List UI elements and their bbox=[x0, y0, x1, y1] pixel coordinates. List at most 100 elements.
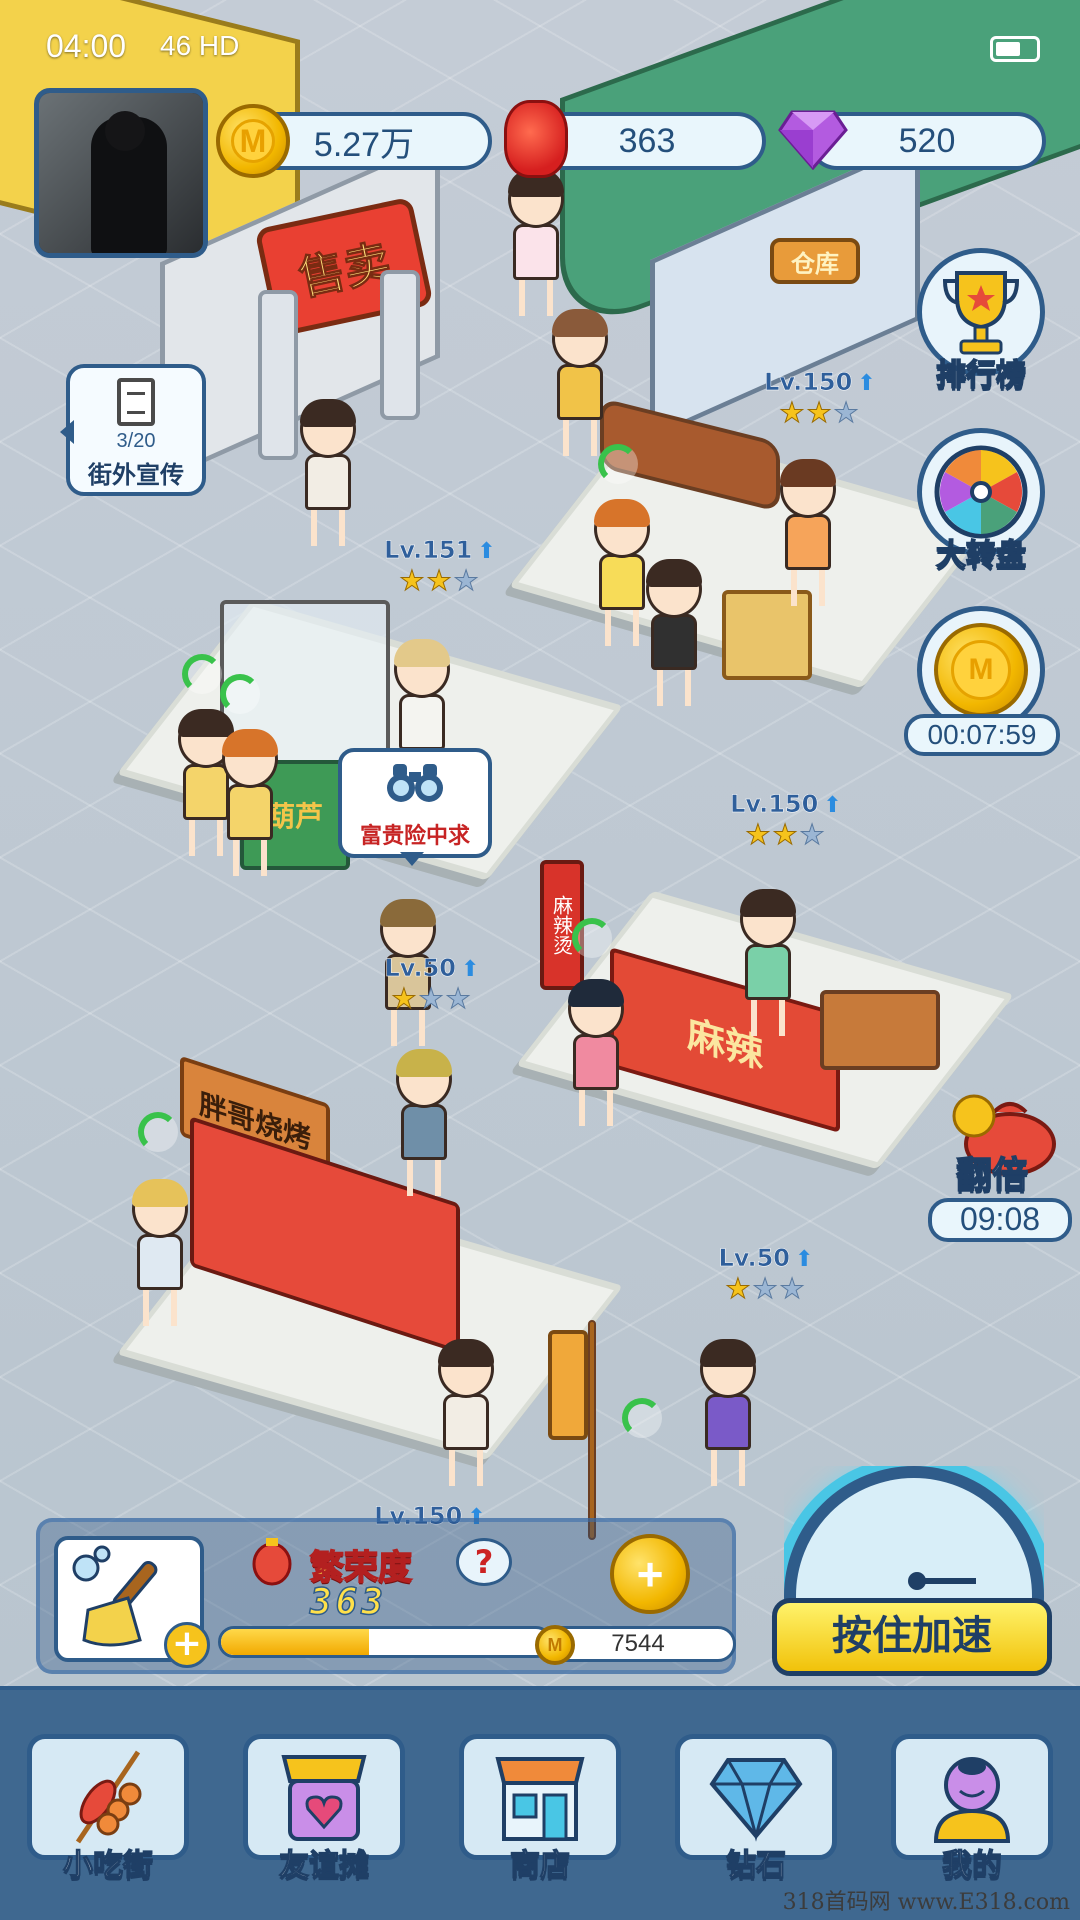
character[interactable] bbox=[438, 1339, 494, 1486]
level-stars: ★★★ bbox=[399, 564, 481, 598]
upgrade-arrow-icon[interactable]: ⬆ bbox=[795, 1247, 813, 1272]
stall-level-label[interactable]: Lv.50 ⬆ ★★★ bbox=[696, 1244, 836, 1306]
character-legs bbox=[233, 840, 267, 876]
nav-label: 小吃街 bbox=[62, 1847, 153, 1883]
double-timer: 09:08 bbox=[928, 1198, 1072, 1242]
character-legs bbox=[751, 1000, 785, 1036]
clock: 04:00 bbox=[46, 28, 127, 64]
character-head bbox=[508, 169, 564, 228]
character-head bbox=[568, 979, 624, 1038]
upgrade-arrow-icon[interactable]: ⬆ bbox=[823, 793, 841, 818]
stall-level-label[interactable]: Lv.150 ⬆ ★★★ bbox=[706, 790, 866, 852]
binoculars-icon bbox=[387, 764, 443, 802]
event-bubble[interactable]: 富贵险中求 bbox=[338, 748, 492, 866]
character-body bbox=[573, 1034, 619, 1090]
status-bar: 04:00 46 HD bbox=[0, 0, 1080, 100]
nav-label: 我的 bbox=[941, 1847, 1002, 1883]
character-body bbox=[651, 614, 697, 670]
task-label: 街外宣传 bbox=[88, 461, 184, 489]
character[interactable] bbox=[552, 309, 608, 456]
character-body bbox=[227, 784, 273, 840]
coin-plus-icon: + bbox=[610, 1534, 690, 1614]
character-head bbox=[740, 889, 796, 948]
warehouse-sign: 仓库 bbox=[770, 238, 860, 284]
level-stars: ★★★ bbox=[725, 1272, 807, 1306]
character-legs bbox=[311, 510, 345, 546]
level-stars: ★★★ bbox=[745, 818, 827, 852]
level-text: Lv.151 bbox=[384, 536, 473, 565]
nav-snack-street[interactable]: 小吃街 bbox=[27, 1734, 189, 1920]
upgrade-arrow-icon[interactable]: ⬆ bbox=[477, 539, 495, 564]
character-head bbox=[222, 729, 278, 788]
hold-to-speed-button[interactable]: 按住加速 bbox=[772, 1598, 1052, 1676]
progress-ring bbox=[220, 674, 260, 714]
level-text: Lv.150 bbox=[730, 790, 819, 819]
character[interactable] bbox=[740, 889, 796, 1036]
lucky-wheel-button[interactable]: 大转盘 bbox=[914, 428, 1048, 574]
leaderboard-button[interactable]: 排行榜 bbox=[914, 248, 1048, 394]
stall-level-label[interactable]: Lv.151 ⬆ ★★★ bbox=[360, 536, 520, 598]
character[interactable] bbox=[568, 979, 624, 1126]
prosperity-panel: + 繁荣度 ? 363 + M 7544 bbox=[36, 1518, 736, 1674]
video-avatar[interactable] bbox=[34, 88, 208, 258]
network-indicator: 46 HD bbox=[160, 30, 240, 61]
nav-friendship-stall[interactable]: 友谊摊 bbox=[243, 1734, 405, 1920]
prosperity-value: 363 bbox=[309, 1581, 388, 1624]
sauce-tray[interactable] bbox=[820, 990, 940, 1070]
nav-shop[interactable]: 商店 bbox=[459, 1734, 621, 1920]
character[interactable] bbox=[646, 559, 702, 706]
character-head bbox=[594, 499, 650, 558]
promotion-task-button[interactable]: 3/20 街外宣传 bbox=[60, 364, 206, 496]
progress-ring bbox=[598, 444, 638, 484]
diamond-amount: 520 bbox=[898, 121, 956, 160]
character-body bbox=[443, 1394, 489, 1450]
flag bbox=[548, 1330, 588, 1440]
arch-pillar-left bbox=[258, 290, 298, 460]
character-body bbox=[305, 454, 351, 510]
character[interactable] bbox=[300, 399, 356, 546]
nav-label: 友谊摊 bbox=[278, 1847, 369, 1883]
speed-hub bbox=[908, 1572, 926, 1590]
character[interactable] bbox=[700, 1339, 756, 1486]
double-label: 翻倍 bbox=[955, 1154, 1029, 1197]
character-head bbox=[700, 1339, 756, 1398]
character[interactable] bbox=[594, 499, 650, 646]
character-body bbox=[745, 944, 791, 1000]
lantern-icon bbox=[504, 100, 568, 178]
upgrade-arrow-icon[interactable]: ⬆ bbox=[461, 957, 479, 982]
document-icon bbox=[117, 378, 155, 426]
character-legs bbox=[407, 1160, 441, 1196]
trophy-icon bbox=[942, 271, 1020, 355]
clean-button[interactable]: + bbox=[54, 1536, 210, 1668]
add-coin-button[interactable]: + bbox=[610, 1534, 690, 1614]
character-body bbox=[705, 1394, 751, 1450]
character-head bbox=[394, 639, 450, 698]
plus-icon: + bbox=[164, 1622, 210, 1668]
character-head bbox=[380, 899, 436, 958]
shop-icon bbox=[495, 1757, 585, 1841]
coin-balance: M 7544 bbox=[535, 1625, 736, 1665]
level-stars: ★★★ bbox=[779, 396, 861, 430]
character[interactable] bbox=[508, 169, 564, 316]
friendship-stall-icon bbox=[281, 1755, 367, 1841]
character-head bbox=[396, 1049, 452, 1108]
stall-level-label[interactable]: Lv.150 ⬆ ★★★ bbox=[740, 368, 900, 430]
upgrade-arrow-icon[interactable]: ⬆ bbox=[857, 371, 875, 396]
character[interactable] bbox=[132, 1179, 188, 1326]
character[interactable] bbox=[222, 729, 278, 876]
character[interactable] bbox=[780, 459, 836, 606]
help-button[interactable]: ? bbox=[456, 1538, 512, 1586]
double-reward-button[interactable]: 翻倍 bbox=[936, 1086, 1076, 1197]
coin-balance-amount: 7544 bbox=[611, 1630, 665, 1657]
progress-ring bbox=[138, 1112, 178, 1152]
coin-icon: M bbox=[535, 1625, 575, 1665]
character-legs bbox=[449, 1450, 483, 1486]
character[interactable] bbox=[396, 1049, 452, 1196]
lucky-wheel-label: 大转盘 bbox=[935, 537, 1027, 574]
character-head bbox=[780, 459, 836, 518]
stall-level-label[interactable]: Lv.50 ⬆ ★★★ bbox=[362, 954, 502, 1016]
character-head bbox=[552, 309, 608, 368]
character-head bbox=[438, 1339, 494, 1398]
spicy-banner-text: 麻辣烫 bbox=[549, 895, 574, 955]
character-body bbox=[399, 694, 445, 750]
